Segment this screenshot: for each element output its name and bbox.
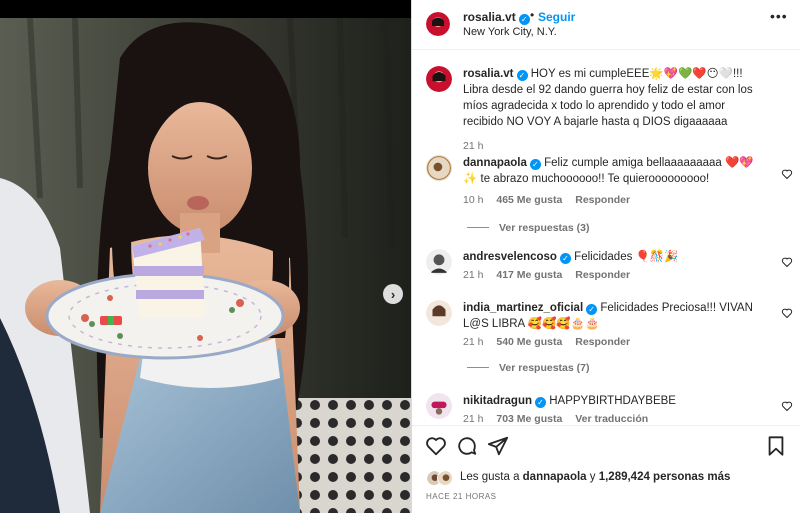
more-horizontal-icon[interactable]: ••• — [770, 8, 788, 24]
verified-badge-icon: ✓ — [535, 397, 547, 408]
comment-text: dannapaola ✓ Feliz cumple amiga bellaaaaa… — [463, 155, 763, 187]
comment-text: india_martinez_oficial ✓ Felicidades Prec… — [463, 300, 763, 332]
author-avatar[interactable] — [426, 12, 450, 36]
avatar-image — [426, 155, 452, 181]
replies-divider — [467, 367, 489, 368]
post-header: rosalia.vt ✓ • Seguir New York City, N.Y.… — [412, 0, 800, 50]
send-icon[interactable] — [487, 435, 509, 457]
post-timestamp[interactable]: HACE 21 HORAS — [426, 492, 497, 501]
caption-time[interactable]: 21 h — [463, 140, 483, 152]
heart-icon[interactable] — [781, 400, 793, 412]
author-username-text[interactable]: rosalia.vt — [463, 10, 516, 24]
likes-prefix: Les gusta a — [460, 471, 523, 483]
comment-avatar[interactable] — [426, 300, 452, 326]
translation-button[interactable]: Ver traducción — [575, 413, 648, 425]
comment-username[interactable]: nikitadragun — [463, 395, 532, 407]
comment-text: nikitadragun ✓ HAPPYBIRTHDAYBEBE — [463, 393, 763, 409]
comment-body: HAPPYBIRTHDAYBEBE — [549, 395, 676, 407]
comment-avatar[interactable] — [426, 393, 452, 419]
view-replies-button[interactable]: Ver respuestas (7) — [467, 362, 589, 374]
verified-badge-icon: ✓ — [518, 14, 530, 25]
avatar-image — [426, 66, 452, 92]
comment-likes[interactable]: 703 Me gusta — [496, 413, 562, 425]
verified-badge-icon: ✓ — [586, 304, 598, 315]
caption-author-avatar[interactable] — [426, 66, 452, 92]
reply-button[interactable]: Responder — [575, 194, 630, 206]
verified-badge-icon: ✓ — [516, 70, 528, 81]
comment-meta: 21 h 417 Me gusta Responder — [463, 269, 640, 281]
avatar-image — [438, 471, 452, 485]
comment-username[interactable]: andresvelencoso — [463, 251, 557, 263]
caption-username[interactable]: rosalia.vt — [463, 68, 514, 80]
comment-body: Felicidades 🎈🎊🎉 — [574, 251, 679, 263]
caption-text: rosalia.vt ✓ HOY es mi cumpleEEE🌟💖💚❤️😶🤍!!… — [463, 66, 763, 130]
next-photo-button[interactable]: › — [383, 284, 403, 304]
view-replies-label: Ver respuestas (7) — [499, 362, 590, 374]
follow-button[interactable]: Seguir — [538, 10, 575, 24]
chevron-right-icon: › — [390, 286, 396, 302]
author-username[interactable]: rosalia.vt ✓ — [463, 10, 530, 25]
comment-time[interactable]: 21 h — [463, 413, 483, 425]
comment-icon[interactable] — [456, 435, 478, 457]
avatar-image — [426, 300, 452, 326]
photo-illustration — [0, 18, 411, 513]
reply-button[interactable]: Responder — [575, 269, 630, 281]
view-replies-button[interactable]: Ver respuestas (3) — [467, 222, 589, 234]
liker-avatar[interactable] — [437, 470, 453, 486]
comment-time[interactable]: 21 h — [463, 336, 483, 348]
replies-divider — [467, 227, 489, 228]
post-location[interactable]: New York City, N.Y. — [463, 26, 557, 38]
instagram-post-modal: › rosalia.vt ✓ • Seguir New York City, N.… — [0, 0, 800, 513]
heart-icon[interactable] — [781, 256, 793, 268]
reply-button[interactable]: Responder — [575, 336, 630, 348]
comment-username[interactable]: dannapaola — [463, 157, 527, 169]
comment-time[interactable]: 21 h — [463, 269, 483, 281]
post-media-pane: › — [0, 0, 411, 513]
likes-summary: Les gusta a dannapaola y 1,289,424 perso… — [426, 469, 796, 487]
likes-connector: y — [586, 471, 599, 483]
comment-time[interactable]: 10 h — [463, 194, 483, 206]
comment-likes[interactable]: 540 Me gusta — [496, 336, 562, 348]
comment-likes[interactable]: 465 Me gusta — [496, 194, 562, 206]
comment-likes[interactable]: 417 Me gusta — [496, 269, 562, 281]
comments-list[interactable]: rosalia.vt ✓ HOY es mi cumpleEEE🌟💖💚❤️😶🤍!!… — [412, 51, 800, 425]
avatar-image — [426, 249, 452, 275]
verified-badge-icon: ✓ — [559, 253, 571, 264]
verified-badge-icon: ✓ — [529, 159, 541, 170]
comment-avatar[interactable] — [426, 155, 452, 181]
view-replies-label: Ver respuestas (3) — [499, 222, 590, 234]
separator-dot: • — [530, 8, 535, 22]
likes-text: Les gusta a dannapaola y 1,289,424 perso… — [460, 471, 730, 483]
bookmark-icon[interactable] — [765, 435, 787, 457]
post-photo[interactable]: › — [0, 18, 411, 513]
comment-meta: 21 h 703 Me gusta Ver traducción — [463, 413, 658, 425]
caption-meta: 21 h — [463, 140, 493, 152]
heart-icon[interactable] — [781, 168, 793, 180]
avatar-image — [426, 393, 452, 419]
comment-avatar[interactable] — [426, 249, 452, 275]
post-actions: Les gusta a dannapaola y 1,289,424 perso… — [412, 425, 800, 513]
comment-meta: 21 h 540 Me gusta Responder — [463, 336, 640, 348]
comment-text: andresvelencoso ✓ Felicidades 🎈🎊🎉 — [463, 249, 763, 265]
avatar-image — [426, 12, 450, 36]
comment-username[interactable]: india_martinez_oficial — [463, 302, 583, 314]
likes-user[interactable]: dannapaola — [523, 471, 587, 483]
heart-icon[interactable] — [781, 307, 793, 319]
heart-icon[interactable] — [425, 435, 447, 457]
comment-meta: 10 h 465 Me gusta Responder — [463, 194, 640, 206]
post-detail-pane: rosalia.vt ✓ • Seguir New York City, N.Y.… — [411, 0, 800, 513]
likes-count[interactable]: 1,289,424 personas más — [599, 471, 731, 483]
